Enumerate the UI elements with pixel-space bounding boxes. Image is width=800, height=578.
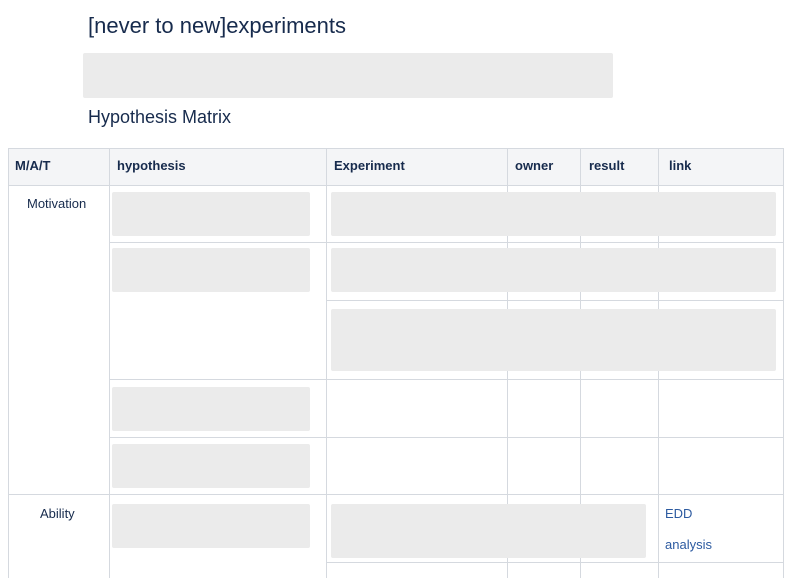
redacted-hypothesis-cell xyxy=(112,444,310,488)
edd-analysis-link-line-2[interactable]: analysis xyxy=(665,537,712,552)
redacted-hypothesis-cell xyxy=(112,387,310,431)
category-motivation: Motivation xyxy=(27,196,87,211)
hypothesis-matrix-table: M/A/T hypothesis Experiment owner result… xyxy=(8,148,784,578)
redacted-hypothesis-cell xyxy=(112,504,310,548)
column-header-hypothesis: hypothesis xyxy=(117,158,186,173)
redacted-experiment-cell xyxy=(331,309,776,371)
edd-analysis-link-line-1[interactable]: EDD xyxy=(665,506,692,521)
column-header-mat: M/A/T xyxy=(15,158,51,173)
column-header-experiment: Experiment xyxy=(334,158,405,173)
redacted-experiment-cell xyxy=(331,504,646,558)
section-heading: Hypothesis Matrix xyxy=(88,107,232,127)
redacted-hypothesis-cell xyxy=(112,192,310,236)
column-header-owner: owner xyxy=(515,158,554,173)
redacted-hypothesis-cell xyxy=(112,248,310,292)
redacted-description-block xyxy=(83,53,613,98)
column-header-result: result xyxy=(589,158,625,173)
page-title: [never to new]experiments xyxy=(88,13,347,38)
redacted-experiment-cell xyxy=(331,192,776,236)
column-header-link: link xyxy=(669,158,692,173)
redacted-experiment-cell xyxy=(331,248,776,292)
category-ability: Ability xyxy=(40,506,75,521)
